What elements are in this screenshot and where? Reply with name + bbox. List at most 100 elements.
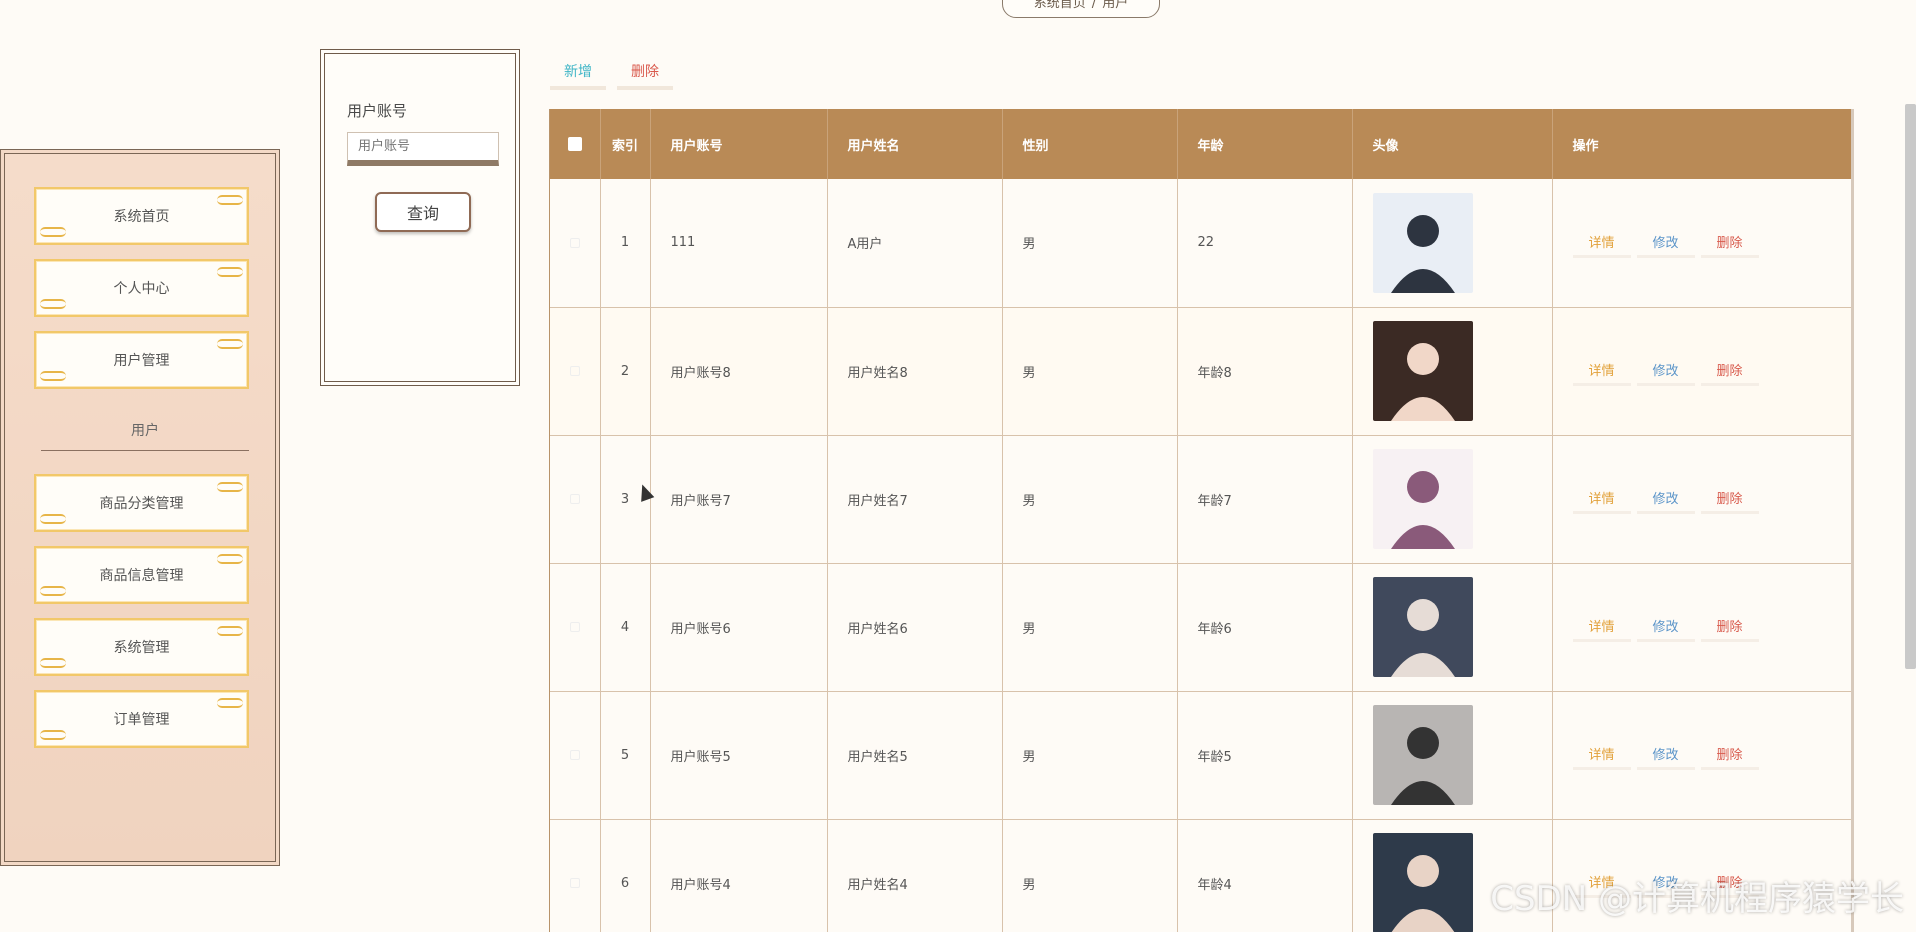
watermark: CSDN @计算机程序猿学长 [1490, 879, 1904, 919]
sidebar-item-system[interactable]: 系统管理 [34, 618, 249, 676]
avatar [1372, 321, 1473, 421]
detail-button[interactable]: 详情 [1572, 228, 1631, 258]
checkbox-icon[interactable] [569, 750, 580, 760]
sidebar: 系统首页 个人中心 用户管理 用户 商品分类管理 商品信息管理 系统管理 订单管… [0, 149, 280, 866]
avatar [1372, 192, 1473, 293]
checkbox-icon[interactable] [569, 237, 580, 248]
scroll-deco-icon [217, 267, 243, 277]
scroll-deco-icon [40, 730, 66, 740]
sidebar-item-label: 系统首页 [113, 209, 170, 225]
cell-index: 1 [600, 179, 651, 307]
delete-button[interactable]: 删除 [1700, 228, 1759, 258]
search-button[interactable]: 查询 [375, 192, 471, 232]
edit-button[interactable]: 修改 [1636, 740, 1695, 770]
table-header-row: 索引 用户账号 用户姓名 性别 年龄 头像 操作 [550, 109, 1851, 179]
row-select[interactable] [550, 435, 601, 563]
delete-button[interactable]: 删除 [1700, 356, 1759, 386]
cell-index: 2 [600, 307, 651, 435]
delete-button[interactable]: 删除 [1700, 484, 1759, 514]
checkbox-icon[interactable] [567, 137, 582, 151]
cell-gender: 男 [1002, 307, 1178, 435]
delete-button[interactable]: 删除 [1700, 612, 1759, 642]
user-table-container: 索引 用户账号 用户姓名 性别 年龄 头像 操作 1 111 A用户 男 22 … [549, 109, 1854, 932]
cell-name: 用户姓名7 [827, 435, 1003, 563]
cell-actions: 详情 修改 删除 [1552, 179, 1851, 307]
cell-gender: 男 [1002, 691, 1178, 819]
breadcrumb-home[interactable]: 系统首页 [1034, 0, 1086, 11]
cell-age: 年龄7 [1177, 435, 1353, 563]
detail-button[interactable]: 详情 [1572, 612, 1631, 642]
scroll-deco-icon [40, 514, 66, 524]
row-select[interactable] [550, 691, 601, 819]
page-scrollbar[interactable] [1905, 104, 1916, 669]
scroll-deco-icon [40, 299, 66, 309]
cell-gender: 男 [1002, 563, 1178, 691]
scroll-deco-icon [40, 227, 66, 237]
detail-button[interactable]: 详情 [1572, 356, 1631, 386]
breadcrumb-separator: / [1091, 0, 1097, 11]
sidebar-item-products[interactable]: 商品信息管理 [34, 546, 249, 604]
scroll-deco-icon [40, 371, 66, 381]
batch-delete-button[interactable]: 删除 [617, 56, 673, 90]
scroll-deco-icon [217, 195, 243, 205]
sidebar-item-label: 订单管理 [113, 712, 170, 728]
cell-actions: 详情 修改 删除 [1552, 691, 1851, 819]
row-select[interactable] [550, 819, 601, 932]
scroll-deco-icon [217, 482, 243, 492]
sidebar-item-label: 个人中心 [113, 281, 170, 297]
cell-avatar [1352, 435, 1553, 563]
cell-actions: 详情 修改 删除 [1552, 307, 1851, 435]
cell-age: 年龄4 [1177, 819, 1353, 932]
edit-button[interactable]: 修改 [1636, 356, 1695, 386]
header-index: 索引 [600, 109, 651, 179]
sidebar-item-label: 商品信息管理 [99, 568, 184, 584]
sidebar-item-category[interactable]: 商品分类管理 [34, 474, 249, 532]
checkbox-icon[interactable] [569, 494, 580, 504]
sidebar-group-label: 用户 [41, 420, 249, 451]
sidebar-item-orders[interactable]: 订单管理 [34, 690, 249, 748]
sidebar-item-users[interactable]: 用户管理 [34, 331, 249, 389]
table-row: 1 111 A用户 男 22 详情 修改 删除 [550, 179, 1851, 307]
breadcrumb: 系统首页 / 用户 [1002, 0, 1160, 18]
cell-name: 用户姓名6 [827, 563, 1003, 691]
table-row: 5 用户账号5 用户姓名5 男 年龄5 详情 修改 删除 [550, 691, 1851, 819]
header-actions: 操作 [1552, 109, 1851, 179]
detail-button[interactable]: 详情 [1572, 740, 1631, 770]
cell-avatar [1352, 691, 1553, 819]
cell-age: 22 [1177, 179, 1353, 307]
cell-gender: 男 [1002, 819, 1178, 932]
cell-avatar [1352, 563, 1553, 691]
scroll-deco-icon [217, 626, 243, 636]
cell-account: 用户账号6 [650, 563, 828, 691]
cell-actions: 详情 修改 删除 [1552, 435, 1851, 563]
header-select-all[interactable] [550, 109, 601, 179]
edit-button[interactable]: 修改 [1636, 612, 1695, 642]
avatar [1372, 577, 1473, 677]
checkbox-icon[interactable] [569, 366, 580, 376]
avatar [1372, 705, 1473, 805]
add-button[interactable]: 新增 [550, 56, 606, 90]
sidebar-item-profile[interactable]: 个人中心 [34, 259, 249, 317]
table-row: 2 用户账号8 用户姓名8 男 年龄8 详情 修改 删除 [550, 307, 1851, 435]
scroll-deco-icon [217, 698, 243, 708]
cell-name: 用户姓名4 [827, 819, 1003, 932]
checkbox-icon[interactable] [569, 622, 580, 632]
breadcrumb-current: 用户 [1102, 0, 1129, 11]
sidebar-item-label: 用户管理 [113, 353, 170, 369]
row-select[interactable] [550, 307, 601, 435]
row-select[interactable] [550, 563, 601, 691]
cell-index: 5 [600, 691, 651, 819]
delete-button[interactable]: 删除 [1700, 740, 1759, 770]
checkbox-icon[interactable] [569, 878, 580, 888]
search-input[interactable] [347, 132, 499, 166]
scroll-deco-icon [40, 586, 66, 596]
cell-index: 6 [600, 819, 651, 932]
sidebar-item-home[interactable]: 系统首页 [34, 187, 249, 245]
cell-index: 4 [600, 563, 651, 691]
detail-button[interactable]: 详情 [1572, 484, 1631, 514]
edit-button[interactable]: 修改 [1636, 228, 1695, 258]
edit-button[interactable]: 修改 [1636, 484, 1695, 514]
scroll-deco-icon [217, 339, 243, 349]
row-select[interactable] [550, 179, 601, 307]
table-row: 3 用户账号7 用户姓名7 男 年龄7 详情 修改 删除 [550, 435, 1851, 563]
